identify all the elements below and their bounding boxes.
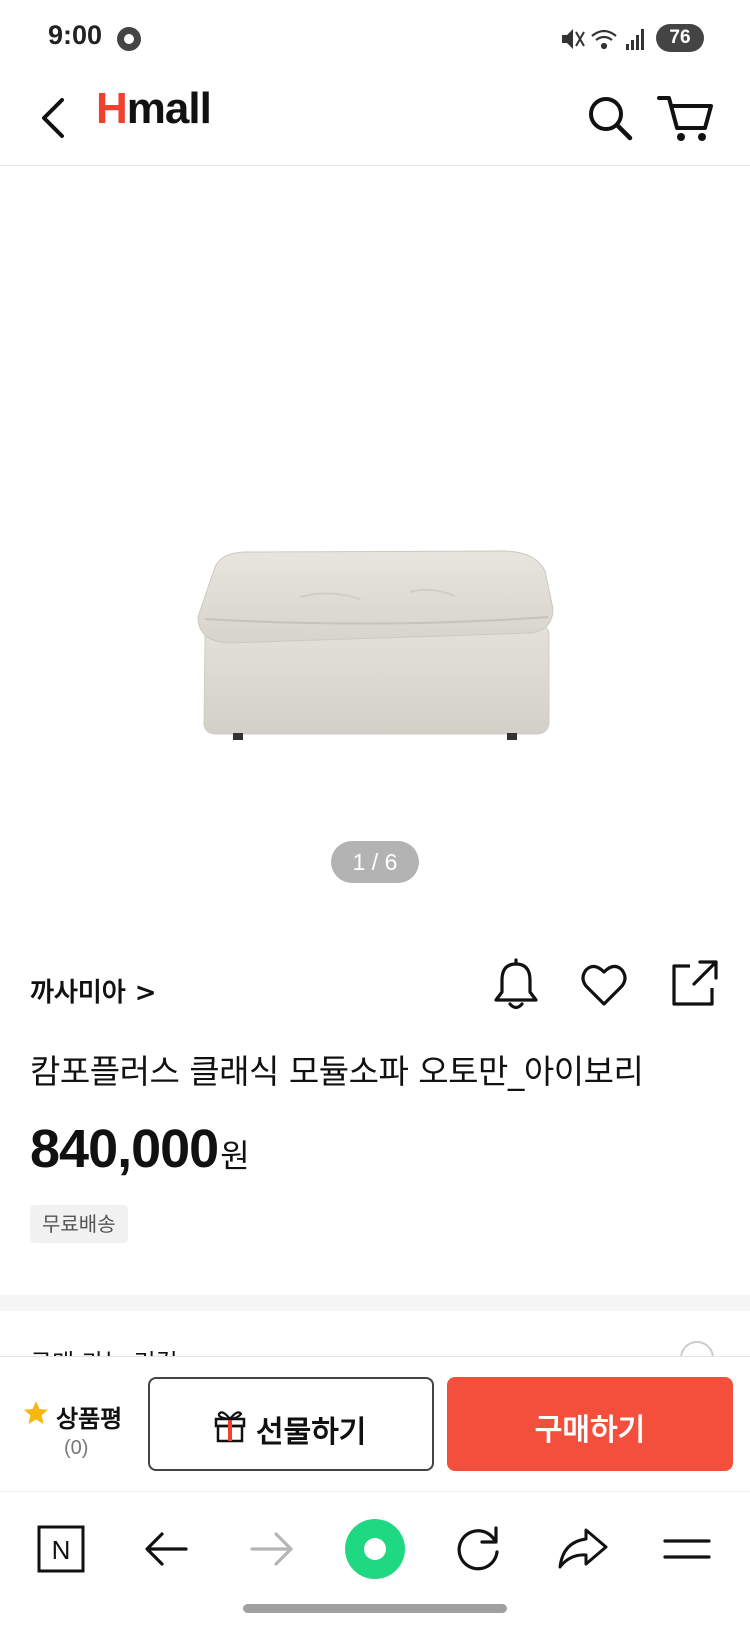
- browser-forward-button[interactable]: [236, 1514, 306, 1584]
- star-icon: [24, 1401, 48, 1424]
- price-amount: 840,000: [30, 1119, 219, 1179]
- gift-button[interactable]: 선물하기: [148, 1377, 434, 1471]
- app-header: Hmall: [0, 78, 750, 166]
- cart-icon[interactable]: [655, 86, 717, 148]
- menu-button[interactable]: [652, 1514, 722, 1584]
- back-arrow-icon[interactable]: [30, 88, 80, 148]
- mute-icon: [562, 29, 585, 49]
- price-unit: 원: [220, 1137, 250, 1175]
- heart-icon[interactable]: [578, 960, 630, 1010]
- price: 840,000원: [30, 1118, 250, 1180]
- wifi-icon: [591, 29, 617, 50]
- gift-icon: [214, 1411, 246, 1443]
- section-divider: [0, 1295, 750, 1311]
- purchase-bar: 상품평 (0) 선물하기 구매하기: [0, 1356, 750, 1491]
- search-icon[interactable]: [580, 88, 640, 148]
- arrow-right-icon: [250, 1532, 293, 1566]
- browser-back-button[interactable]: [132, 1514, 202, 1584]
- browser-home-button[interactable]: [340, 1514, 410, 1584]
- logo-h: H: [96, 84, 128, 133]
- home-indicator[interactable]: [243, 1604, 507, 1613]
- hmall-logo[interactable]: Hmall: [96, 84, 212, 134]
- status-bar: 9:00 76: [0, 0, 750, 78]
- image-counter: 1 / 6: [331, 841, 419, 883]
- next-section-peek: 구매 가능 리걸: [0, 1311, 750, 1361]
- tab-label: N: [52, 1535, 71, 1565]
- ottoman-image: [197, 550, 554, 740]
- battery-indicator: 76: [656, 24, 704, 52]
- status-time: 9:00: [48, 20, 103, 50]
- buy-button[interactable]: 구매하기: [447, 1377, 733, 1471]
- status-icons: [562, 29, 644, 50]
- refresh-icon: [457, 1526, 499, 1571]
- recording-dot-icon: [117, 27, 141, 51]
- review-summary[interactable]: 상품평 (0): [20, 1395, 140, 1465]
- bell-icon[interactable]: [490, 958, 542, 1012]
- review-label: 상품평: [56, 1405, 123, 1433]
- buy-label: 구매하기: [534, 1413, 646, 1448]
- logo-text: mall: [126, 84, 212, 133]
- product-title: 캄포플러스 클래식 모듈소파 오토만_아이보리: [30, 1052, 644, 1091]
- review-count: (0): [64, 1437, 89, 1459]
- hamburger-menu-icon: [663, 1539, 711, 1559]
- refresh-button[interactable]: [444, 1514, 514, 1584]
- share-page-button[interactable]: [548, 1514, 618, 1584]
- tabs-button[interactable]: N: [26, 1514, 96, 1584]
- gift-label: 선물하기: [256, 1415, 367, 1450]
- free-shipping-badge: 무료배송: [30, 1205, 128, 1243]
- brand-link[interactable]: 까사미아 >: [30, 972, 157, 1009]
- naver-green-dot-icon: [345, 1519, 405, 1579]
- product-image[interactable]: [0, 167, 750, 917]
- forward-share-icon: [558, 1528, 608, 1569]
- tab-n-icon: N: [37, 1525, 85, 1573]
- signal-icon: [626, 29, 644, 50]
- arrow-left-icon: [145, 1532, 188, 1566]
- share-icon[interactable]: [670, 958, 720, 1008]
